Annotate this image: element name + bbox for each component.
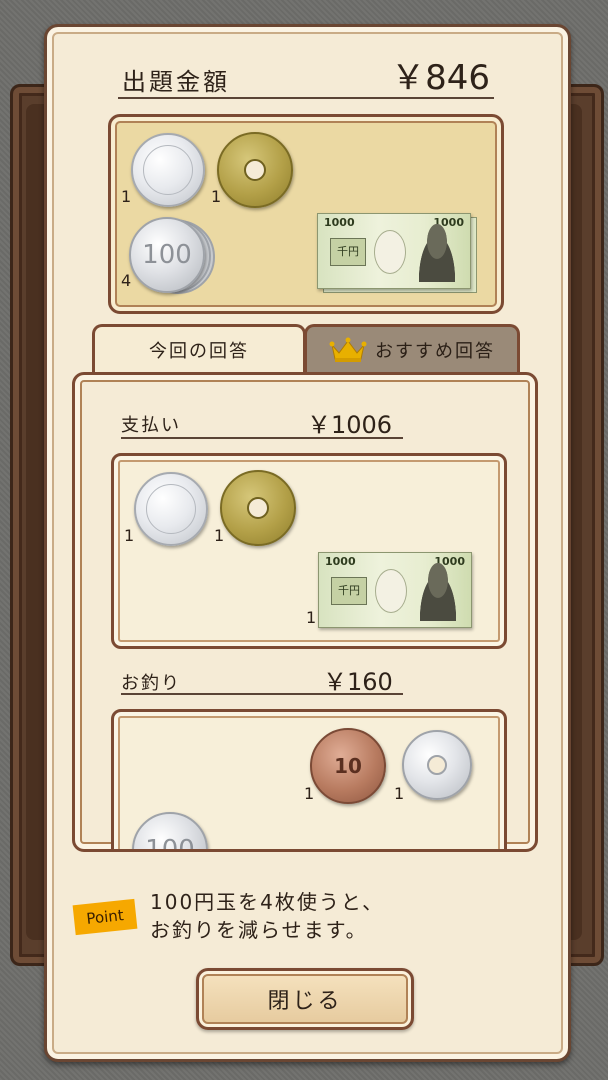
answer-content-panel[interactable]: 支払い ￥1006 1 1 1000 1000 千円 1 お釣り ￥160 10… <box>72 372 538 852</box>
change-money-box: 10 1 1 100 <box>111 709 507 852</box>
tab-current-answer[interactable]: 今回の回答 <box>92 324 306 373</box>
bill-kanji-seal: 千円 <box>331 577 367 605</box>
bill-kanji: 千円 <box>338 584 360 597</box>
close-button-label: 閉じる <box>267 989 343 1014</box>
header-underline <box>118 97 494 99</box>
change-coin-10-count: 1 <box>304 784 315 803</box>
coin-5-yen-icon <box>220 470 296 546</box>
coin-1-count: 1 <box>121 187 132 206</box>
change-amount: ￥160 <box>323 668 393 696</box>
change-coin-50-count: 1 <box>394 784 405 803</box>
payment-money-box: 1 1 1000 1000 千円 1 <box>111 453 507 649</box>
question-amount-label: 出題金額 <box>122 68 230 96</box>
payment-label: 支払い <box>121 415 181 436</box>
payment-bill-1000-count: 1 <box>306 608 317 627</box>
hint-line-1: 100円玉を4枚使うと、 <box>150 890 385 914</box>
bill-watermark <box>375 569 407 613</box>
coin-100-count: 4 <box>121 271 132 290</box>
payment-underline <box>121 437 403 439</box>
coin-100-mark: 100 <box>145 835 195 852</box>
bill-value-mark: 1000 <box>325 555 356 568</box>
coin-1-yen-icon <box>131 133 205 207</box>
hint-line-2: お釣りを減らせます。 <box>150 918 368 942</box>
bill-1000-yen-icon: 1000 1000 千円 <box>318 552 472 628</box>
payment-coin-5-count: 1 <box>214 526 225 545</box>
bill-portrait <box>415 563 461 621</box>
tab-recommended-answer-label: おすすめ回答 <box>375 341 495 362</box>
change-underline <box>121 693 403 695</box>
coin-10-yen-icon: 10 <box>310 728 386 804</box>
hint-text: 100円玉を4枚使うと、 お釣りを減らせます。 <box>150 888 384 944</box>
tab-current-answer-label: 今回の回答 <box>149 341 249 362</box>
coin-5-count: 1 <box>211 187 222 206</box>
coin-100-mark: 100 <box>142 240 192 270</box>
bill-1000-yen-icon: 1000 1000 千円 <box>317 213 471 289</box>
close-button[interactable]: 閉じる <box>196 968 414 1030</box>
question-amount-value: ￥846 <box>391 58 490 98</box>
coin-50-yen-icon <box>402 730 472 800</box>
bill-portrait <box>414 224 460 282</box>
coin-100-yen-icon: 100 <box>129 217 205 293</box>
payment-coin-1-count: 1 <box>124 526 135 545</box>
bill-kanji: 千円 <box>337 245 359 258</box>
payment-amount: ￥1006 <box>307 411 393 439</box>
coin-5-yen-icon <box>217 132 293 208</box>
coin-1-yen-icon <box>134 472 208 546</box>
bill-value-mark: 1000 <box>324 216 355 229</box>
bill-kanji-seal: 千円 <box>330 238 366 266</box>
coin-100-yen-icon: 100 <box>132 812 208 852</box>
crown-icon <box>329 337 367 362</box>
change-label: お釣り <box>121 673 181 694</box>
tab-recommended-answer[interactable]: おすすめ回答 <box>304 324 520 373</box>
target-money-box: 1 1 100 4 1000 1000 千円 <box>108 114 504 314</box>
coin-10-mark: 10 <box>334 754 362 778</box>
bill-watermark <box>374 230 406 274</box>
